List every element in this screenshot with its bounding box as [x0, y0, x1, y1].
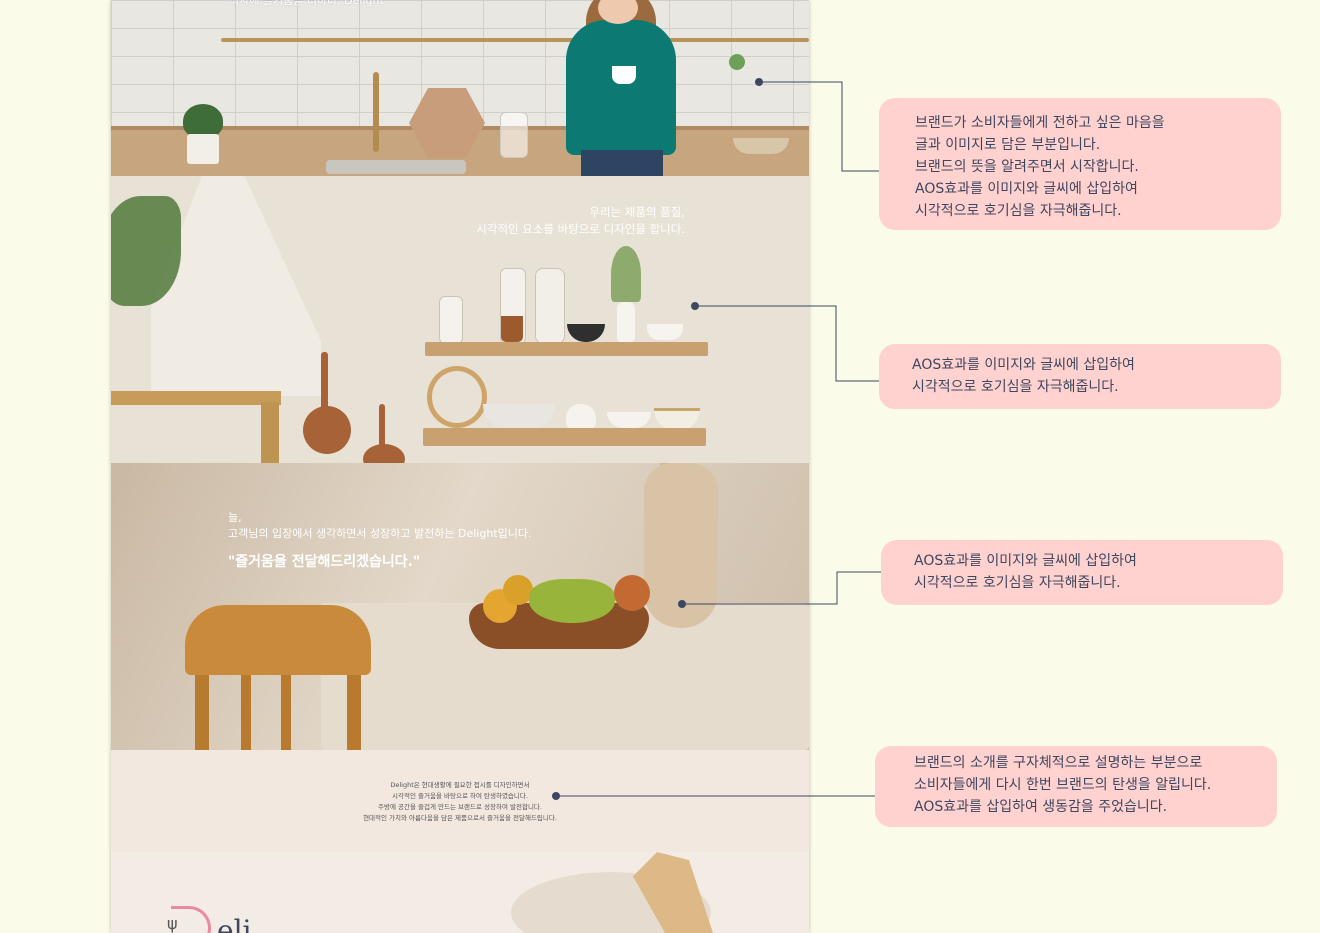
chair-spindle	[241, 668, 251, 750]
intro-line: Delight은 현대생활에 필요한 접시를 디자인하면서	[390, 781, 530, 789]
intro-line: 시각적인 즐거움을 바탕으로 하여 탄생하였습니다.	[392, 792, 528, 800]
chair-leg	[195, 663, 209, 750]
potted-plant	[183, 104, 223, 138]
grapes	[529, 579, 615, 623]
woman-figure	[566, 20, 676, 155]
colander	[483, 404, 555, 430]
brand-intro-text: Delight은 현대생활에 필요한 접시를 디자인하면서 시각적인 즐거움을 …	[111, 780, 809, 824]
glass-jar	[439, 296, 463, 344]
wooden-chair-back	[185, 605, 371, 675]
dark-bowl	[567, 324, 605, 342]
chair-leg	[347, 663, 361, 750]
annotation-line: AOS효과를 이미지와 글씨에 삽입하여	[914, 553, 1137, 569]
annotation-bubble-2: AOS효과를 이미지와 글씨에 삽입하여 시각적으로 호기심을 자극해줍니다.	[879, 344, 1281, 409]
annotation-bubble-4: 브랜드의 소개를 구자체적으로 설명하는 부분으로 소비자들에게 다시 한번 브…	[875, 746, 1277, 827]
mantel-leg	[261, 402, 279, 463]
sink	[326, 160, 466, 174]
lily-flowers	[611, 246, 641, 302]
jar-contents	[501, 316, 523, 342]
annotation-bubble-1: 브랜드가 소비자들에게 전하고 싶은 마음을 글과 이미지로 담은 부분입니다.…	[879, 98, 1281, 230]
annotation-line: 시각적으로 호기심을 자극해줍니다.	[914, 575, 1121, 591]
glass-jar	[500, 112, 528, 158]
woman-jeans	[581, 150, 663, 176]
logo-section: ψ eli	[111, 852, 809, 933]
annotation-line: AOS효과를 이미지와 글씨에 삽입하여	[912, 357, 1135, 373]
annotation-line: AOS효과를 삽입하여 생동감을 주었습니다.	[914, 799, 1168, 815]
caption-line: 시각적인 요소를 바탕으로 디자인을 합니다.	[476, 222, 685, 236]
upper-shelf	[425, 342, 708, 356]
annotation-line: 시각적으로 호기심을 자극해줍니다.	[915, 203, 1122, 219]
caption-line: 우리는 제품의 품질,	[589, 205, 685, 219]
annotation-bubble-3: AOS효과를 이미지와 글씨에 삽입하여 시각적으로 호기심을 자극해줍니다.	[881, 540, 1283, 605]
pan-handle	[321, 352, 328, 410]
glass-bottle	[535, 268, 565, 344]
chair-spindle	[281, 668, 291, 750]
table-caption: 늘, 고객님의 입장에서 생각하면서 성장하고 발전하는 Delight입니다.	[228, 510, 531, 542]
small-teapot	[566, 404, 596, 430]
caption-line: 고객님의 입장에서 생각하면서 성장하고 발전하는 Delight입니다.	[228, 527, 532, 540]
table-section: 늘, 고객님의 입장에서 생각하면서 성장하고 발전하는 Delight입니다.…	[111, 463, 809, 750]
logo-wordmark: eli	[217, 914, 252, 933]
annotation-line: 시각적으로 호기심을 자극해줍니다.	[912, 379, 1119, 395]
hanging-rail	[221, 38, 809, 42]
intro-line: 현대적인 가치와 아름다움을 담은 제품으로서 즐거움을 전달해드립니다.	[363, 814, 557, 822]
annotation-line: 글과 이미지로 담은 부분입니다.	[915, 137, 1101, 153]
brand-intro-section: Delight은 현대생활에 필요한 접시를 디자인하면서 시각적인 즐거움을 …	[111, 750, 809, 852]
wooden-mantel	[111, 391, 281, 405]
caption-line: 늘,	[228, 511, 242, 524]
wooden-hoop	[427, 366, 487, 428]
hero-kitchen-section: 식사에 즐거움을 더하다, Delight	[111, 0, 809, 176]
cookie-bowl	[733, 138, 789, 154]
annotation-line: 브랜드의 뜻을 알려주면서 시작합니다.	[915, 159, 1139, 175]
table-quote: "즐거움을 전달해드리겠습니다."	[228, 554, 421, 570]
copper-pan	[303, 406, 351, 454]
white-vase	[617, 302, 635, 342]
intro-line: 주방에 공간을 즐겁게 만드는 브랜드로 성장하여 발전합니다.	[378, 803, 542, 811]
tea-cup	[607, 412, 651, 428]
faucet	[373, 72, 379, 152]
herb-sprig	[729, 54, 745, 70]
annotation-line: 소비자들에게 다시 한번 브랜드의 탄생을 알립니다.	[914, 777, 1212, 793]
copper-pan	[363, 444, 405, 463]
fork-icon: ψ	[167, 914, 178, 933]
pan-handle	[379, 404, 385, 448]
lower-shelf	[423, 428, 706, 446]
apple	[614, 575, 650, 611]
annotation-line: 브랜드가 소비자들에게 전하고 싶은 마음을	[915, 115, 1165, 131]
annotation-line: 브랜드의 소개를 구자체적으로 설명하는 부분으로	[914, 755, 1203, 771]
annotation-line: AOS효과를 이미지와 글씨에 삽입하여	[915, 181, 1138, 197]
shelves-caption: 우리는 제품의 품질, 시각적인 요소를 바탕으로 디자인을 합니다.	[476, 204, 685, 238]
shelves-section: 우리는 제품의 품질, 시각적인 요소를 바탕으로 디자인을 합니다.	[111, 176, 809, 463]
ceramic-vase	[644, 463, 718, 628]
plant-pot	[187, 134, 219, 164]
website-mockup: 식사에 즐거움을 더하다, Delight 우리는 제품의 품질, 시각적인 요…	[111, 0, 809, 933]
hero-tagline: 식사에 즐거움을 더하다, Delight	[229, 0, 384, 7]
coffee-cup	[612, 66, 636, 84]
tea-cup	[647, 324, 683, 340]
